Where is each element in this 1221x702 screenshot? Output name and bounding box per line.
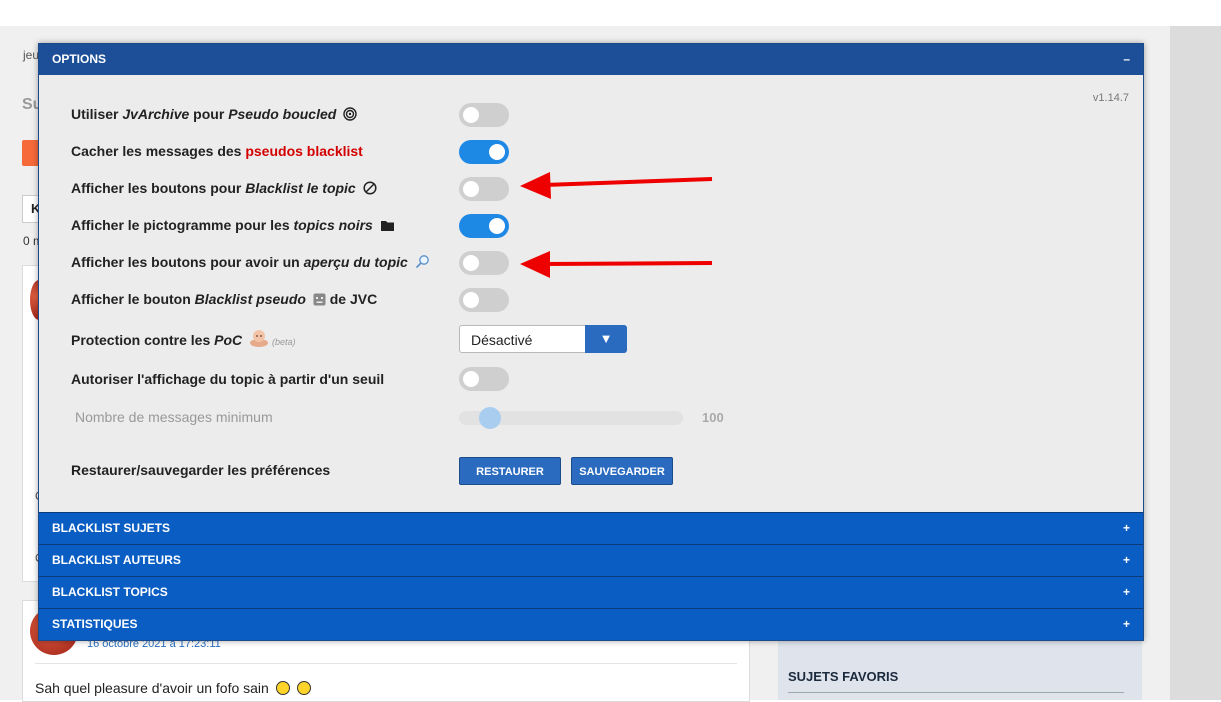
post-message-text: Sah quel pleasure d'avoir un fofo sain bbox=[35, 680, 269, 696]
section-title: BLACKLIST SUJETS bbox=[52, 521, 171, 535]
browser-top-area bbox=[0, 0, 1221, 26]
option-text: Cacher les messages des bbox=[71, 143, 246, 159]
expand-toggle[interactable]: + bbox=[1123, 609, 1130, 639]
option-text: Afficher les boutons pour bbox=[71, 180, 246, 196]
toggle-knob bbox=[463, 292, 479, 308]
min-messages-label: Nombre de messages minimum bbox=[75, 409, 273, 425]
toggle-blacklist-topic[interactable] bbox=[459, 177, 509, 201]
toggle-jvarchive[interactable] bbox=[459, 103, 509, 127]
toggle-threshold[interactable] bbox=[459, 367, 509, 391]
expand-toggle[interactable]: + bbox=[1123, 577, 1130, 607]
option-text: Utiliser bbox=[71, 106, 123, 122]
option-preview-topic-label: Afficher les boutons pour avoir un aperç… bbox=[71, 254, 430, 270]
option-threshold-label: Autoriser l'affichage du topic à partir … bbox=[71, 371, 384, 387]
options-title: OPTIONS bbox=[52, 52, 107, 66]
toggle-preview-topic[interactable] bbox=[459, 251, 509, 275]
option-emphasis: Blacklist le topic bbox=[245, 180, 356, 196]
toggle-blacklist-pseudo[interactable] bbox=[459, 288, 509, 312]
slider-thumb[interactable] bbox=[479, 407, 501, 429]
bg-text-fragment: jeu bbox=[23, 48, 40, 62]
option-blacklist-pseudo-label: Afficher le bouton Blacklist pseudo de J… bbox=[71, 291, 377, 307]
option-poc-label: Protection contre les PoC (beta) bbox=[71, 329, 296, 348]
option-emphasis: aperçu du topic bbox=[303, 254, 408, 270]
option-emphasis: topics noirs bbox=[293, 217, 373, 233]
save-button[interactable]: SAUVEGARDER bbox=[571, 457, 673, 485]
option-emphasis: Blacklist pseudo bbox=[194, 291, 306, 307]
option-text: Afficher les boutons pour avoir un bbox=[71, 254, 304, 270]
restore-save-label: Restaurer/sauvegarder les préférences bbox=[71, 462, 330, 478]
option-text: Autoriser l'affichage du topic à partir … bbox=[71, 371, 385, 387]
options-header[interactable]: OPTIONS – bbox=[39, 44, 1143, 75]
section-blacklist-sujets[interactable]: BLACKLIST SUJETS + bbox=[39, 512, 1143, 544]
poc-select[interactable]: Désactivé ▼ bbox=[459, 325, 627, 353]
toggle-hide-blacklist[interactable] bbox=[459, 140, 509, 164]
toggle-knob bbox=[463, 107, 479, 123]
toggle-knob bbox=[463, 371, 479, 387]
page-right-gutter bbox=[1170, 26, 1221, 700]
option-text: Protection contre les bbox=[71, 332, 215, 348]
option-jvarchive-label: Utiliser JvArchive pour Pseudo boucled bbox=[71, 106, 357, 122]
folder-icon bbox=[380, 221, 394, 231]
toggle-knob bbox=[463, 181, 479, 197]
beta-badge: (beta) bbox=[272, 337, 296, 347]
option-text: de JVC bbox=[325, 291, 378, 307]
toggle-knob bbox=[489, 218, 505, 234]
option-emphasis: JvArchive bbox=[122, 106, 190, 122]
section-title: BLACKLIST AUTEURS bbox=[52, 553, 181, 567]
option-emphasis: Pseudo boucled bbox=[228, 106, 337, 122]
section-statistiques[interactable]: STATISTIQUES + bbox=[39, 608, 1143, 640]
option-blacklist-topic-label: Afficher les boutons pour Blacklist le t… bbox=[71, 180, 377, 196]
toggle-knob bbox=[489, 144, 505, 160]
restore-button[interactable]: RESTAURER bbox=[459, 457, 561, 485]
sad-face-icon bbox=[313, 293, 326, 306]
annotation-arrow-icon bbox=[520, 251, 713, 278]
option-text: Restaurer/sauvegarder les préférences bbox=[71, 462, 331, 478]
post-message: Sah quel pleasure d'avoir un fofo sain bbox=[35, 680, 311, 696]
options-modal: OPTIONS – v1.14.7 Utiliser JvArchive pou… bbox=[38, 43, 1144, 641]
option-text: pour bbox=[189, 106, 229, 122]
forbidden-icon bbox=[363, 181, 377, 195]
collapse-toggle[interactable]: – bbox=[1123, 44, 1130, 75]
version-label: v1.14.7 bbox=[1092, 92, 1129, 104]
section-blacklist-topics[interactable]: BLACKLIST TOPICS + bbox=[39, 576, 1143, 608]
magnifier-icon bbox=[415, 255, 429, 269]
section-title: STATISTIQUES bbox=[52, 617, 138, 631]
option-highlight: pseudos blacklist bbox=[245, 143, 363, 159]
dropdown-arrow-icon[interactable]: ▼ bbox=[585, 325, 627, 353]
divider bbox=[35, 663, 737, 664]
option-black-topics-label: Afficher le pictogramme pour les topics … bbox=[71, 217, 395, 233]
option-text: Afficher le pictogramme pour les bbox=[71, 217, 294, 233]
spiral-icon bbox=[343, 107, 357, 121]
expand-toggle[interactable]: + bbox=[1123, 545, 1130, 575]
sidebar-title: SUJETS FAVORIS bbox=[788, 669, 899, 684]
toggle-knob bbox=[463, 255, 479, 271]
poc-select-value: Désactivé bbox=[471, 332, 533, 348]
expand-toggle[interactable]: + bbox=[1123, 513, 1130, 543]
option-emphasis: PoC bbox=[214, 332, 243, 348]
grin-icon bbox=[296, 681, 311, 695]
section-blacklist-auteurs[interactable]: BLACKLIST AUTEURS + bbox=[39, 544, 1143, 576]
section-title: BLACKLIST TOPICS bbox=[52, 585, 168, 599]
toggle-black-topics[interactable] bbox=[459, 214, 509, 238]
smiley-icon bbox=[275, 681, 290, 695]
annotation-arrow-icon bbox=[520, 172, 713, 199]
baby-icon bbox=[250, 330, 269, 347]
divider bbox=[788, 692, 1124, 693]
option-text: Afficher le bouton bbox=[71, 291, 195, 307]
option-hide-blacklist-label: Cacher les messages des pseudos blacklis… bbox=[71, 143, 363, 159]
min-messages-value: 100 bbox=[702, 410, 724, 425]
